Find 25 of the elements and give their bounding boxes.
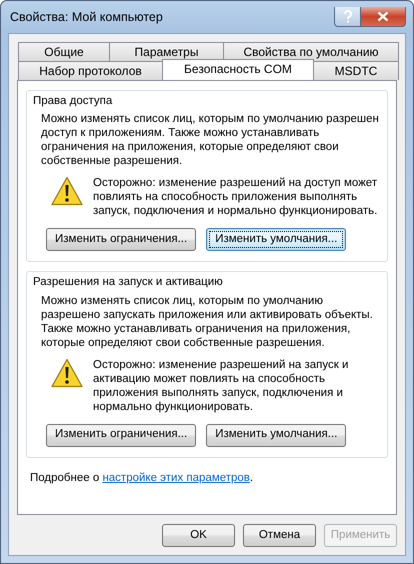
tab[interactable]: Общие: [18, 42, 110, 61]
tab[interactable]: Параметры: [109, 42, 224, 61]
edit-button[interactable]: Изменить умолчания...: [206, 424, 346, 446]
help-icon: [342, 10, 352, 23]
window-title: Свойства: Мой компьютер: [9, 8, 163, 26]
tab[interactable]: Свойства по умолчанию: [223, 42, 399, 61]
tab[interactable]: MSDTC: [313, 61, 399, 80]
tab[interactable]: Набор протоколов: [18, 61, 163, 80]
warning-text: Осторожно: изменение разрешений на запуск и активацию может повлиять на способность приложения выполнять запуск, подключения и нормально функционировать.: [93, 358, 350, 414]
warning-icon: [51, 358, 83, 388]
description-text: Можно изменять список лиц, которым по умолчанию разрешено запускать приложения или активировать объекты. Также можно устанавливать ограничения на приложения, которые определяют свои собственные разрешения.: [41, 294, 374, 350]
edit-button[interactable]: Изменить ограничения...: [46, 424, 196, 446]
help-button[interactable]: [334, 7, 361, 27]
close-button[interactable]: [361, 7, 406, 27]
dialog-button[interactable]: OK: [162, 524, 235, 547]
help-text: Подробнее о настройке этих параметров.: [30, 470, 254, 486]
dialog-button[interactable]: Отмена: [243, 524, 316, 547]
description-text: Можно изменять список лиц, которым по умолчанию разрешен доступ к приложениям. Также можно устанавливать ограничения на приложения, которые определяют свои собственные разрешения.: [41, 112, 379, 168]
close-icon: [377, 11, 389, 22]
warning-text: Осторожно: изменение разрешений на доступ может повлиять на способность приложения выполнять запуск, подключения и нормально функционировать.: [93, 176, 378, 218]
tab[interactable]: Безопасность COM: [162, 59, 314, 80]
warning-icon: [51, 176, 83, 206]
help-link[interactable]: настройке этих параметров: [102, 472, 250, 484]
edit-button[interactable]: Изменить умолчания...: [206, 228, 346, 252]
edit-button[interactable]: Изменить ограничения...: [46, 228, 196, 252]
